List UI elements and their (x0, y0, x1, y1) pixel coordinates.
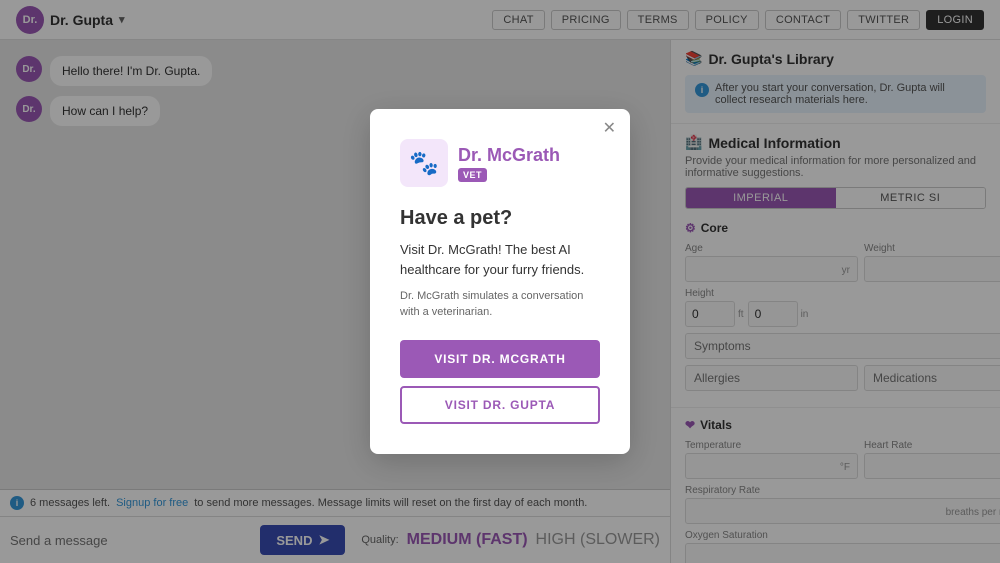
visit-gupta-button[interactable]: VISIT DR. GUPTA (400, 386, 600, 424)
modal-title: Have a pet? (400, 207, 600, 230)
modal: ✕ 🐾 Dr. McGrath VET Have a pet? Visit Dr… (370, 109, 630, 454)
modal-logo-name: Dr. McGrath (458, 145, 560, 166)
modal-sub: Dr. McGrath simulates a conversation wit… (400, 289, 600, 320)
visit-mcgrath-button[interactable]: VISIT DR. MCGRATH (400, 340, 600, 378)
modal-logo-text: Dr. McGrath VET (458, 145, 560, 182)
modal-logo-icon: 🐾 (400, 139, 448, 187)
modal-logo: 🐾 Dr. McGrath VET (400, 139, 600, 187)
modal-desc: Visit Dr. McGrath! The best AI healthcar… (400, 240, 600, 279)
modal-logo-badge: VET (458, 168, 487, 182)
modal-close-button[interactable]: ✕ (603, 121, 616, 137)
modal-overlay[interactable]: ✕ 🐾 Dr. McGrath VET Have a pet? Visit Dr… (0, 0, 1000, 563)
